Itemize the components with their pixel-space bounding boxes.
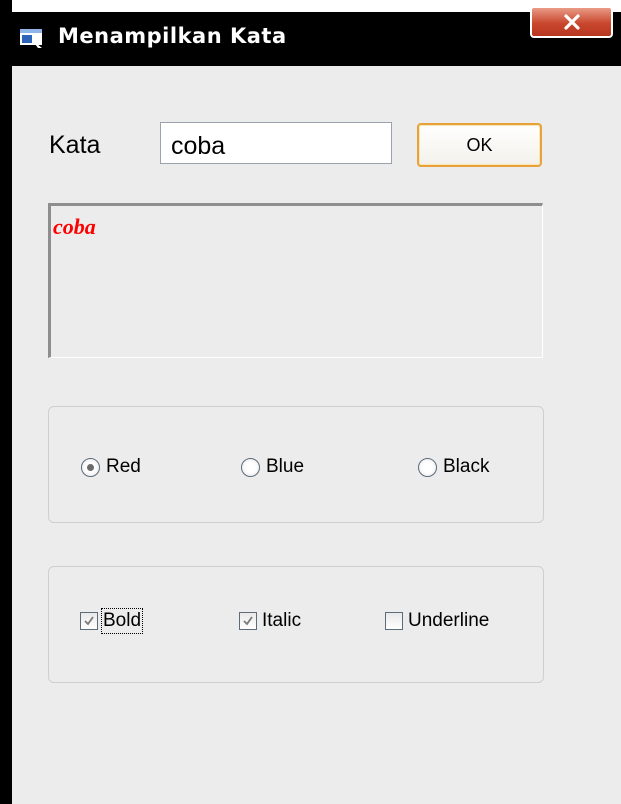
checkmark-icon <box>84 616 94 626</box>
title-bar-top-edge <box>0 0 621 12</box>
checkbox-bold[interactable]: Bold <box>80 608 144 634</box>
output-display: coba <box>48 203 543 358</box>
style-option-group: Bold Italic Underline <box>48 566 544 683</box>
ok-button[interactable]: OK <box>417 123 542 167</box>
form-client-area: Kata OK coba Red Blue Black <box>12 66 621 804</box>
checkbox-underline[interactable]: Underline <box>385 610 489 632</box>
kata-input[interactable] <box>160 122 392 164</box>
checkmark-icon <box>243 616 253 626</box>
window-title: Menampilkan Kata <box>58 24 287 48</box>
checkbox-bold-label: Bold <box>100 608 144 634</box>
close-icon <box>563 14 580 30</box>
radio-circle[interactable] <box>241 457 260 477</box>
radio-blue[interactable]: Blue <box>241 456 304 478</box>
checkbox-italic[interactable]: Italic <box>239 610 301 632</box>
checkbox-italic-label: Italic <box>262 610 302 631</box>
close-button[interactable] <box>530 6 613 38</box>
checkbox-box-checked[interactable] <box>80 612 98 630</box>
color-option-group: Red Blue Black <box>48 406 544 523</box>
radio-circle[interactable] <box>418 457 437 477</box>
kata-label: Kata <box>49 131 101 159</box>
checkbox-box[interactable] <box>385 612 403 630</box>
checkbox-underline-label: Underline <box>408 610 490 631</box>
checkbox-box-checked[interactable] <box>239 612 257 630</box>
title-bar[interactable]: Menampilkan Kata <box>0 0 621 66</box>
main-window: Menampilkan Kata Kata OK coba Red Blue <box>0 0 621 804</box>
radio-red-label: Red <box>106 456 141 477</box>
radio-circle-checked[interactable] <box>81 457 100 477</box>
radio-black[interactable]: Black <box>418 456 489 478</box>
window-left-border <box>0 0 12 804</box>
radio-black-label: Black <box>443 456 490 477</box>
app-window-icon <box>20 29 42 48</box>
output-text: coba <box>53 214 96 239</box>
radio-red[interactable]: Red <box>81 456 141 478</box>
radio-blue-label: Blue <box>266 456 305 477</box>
